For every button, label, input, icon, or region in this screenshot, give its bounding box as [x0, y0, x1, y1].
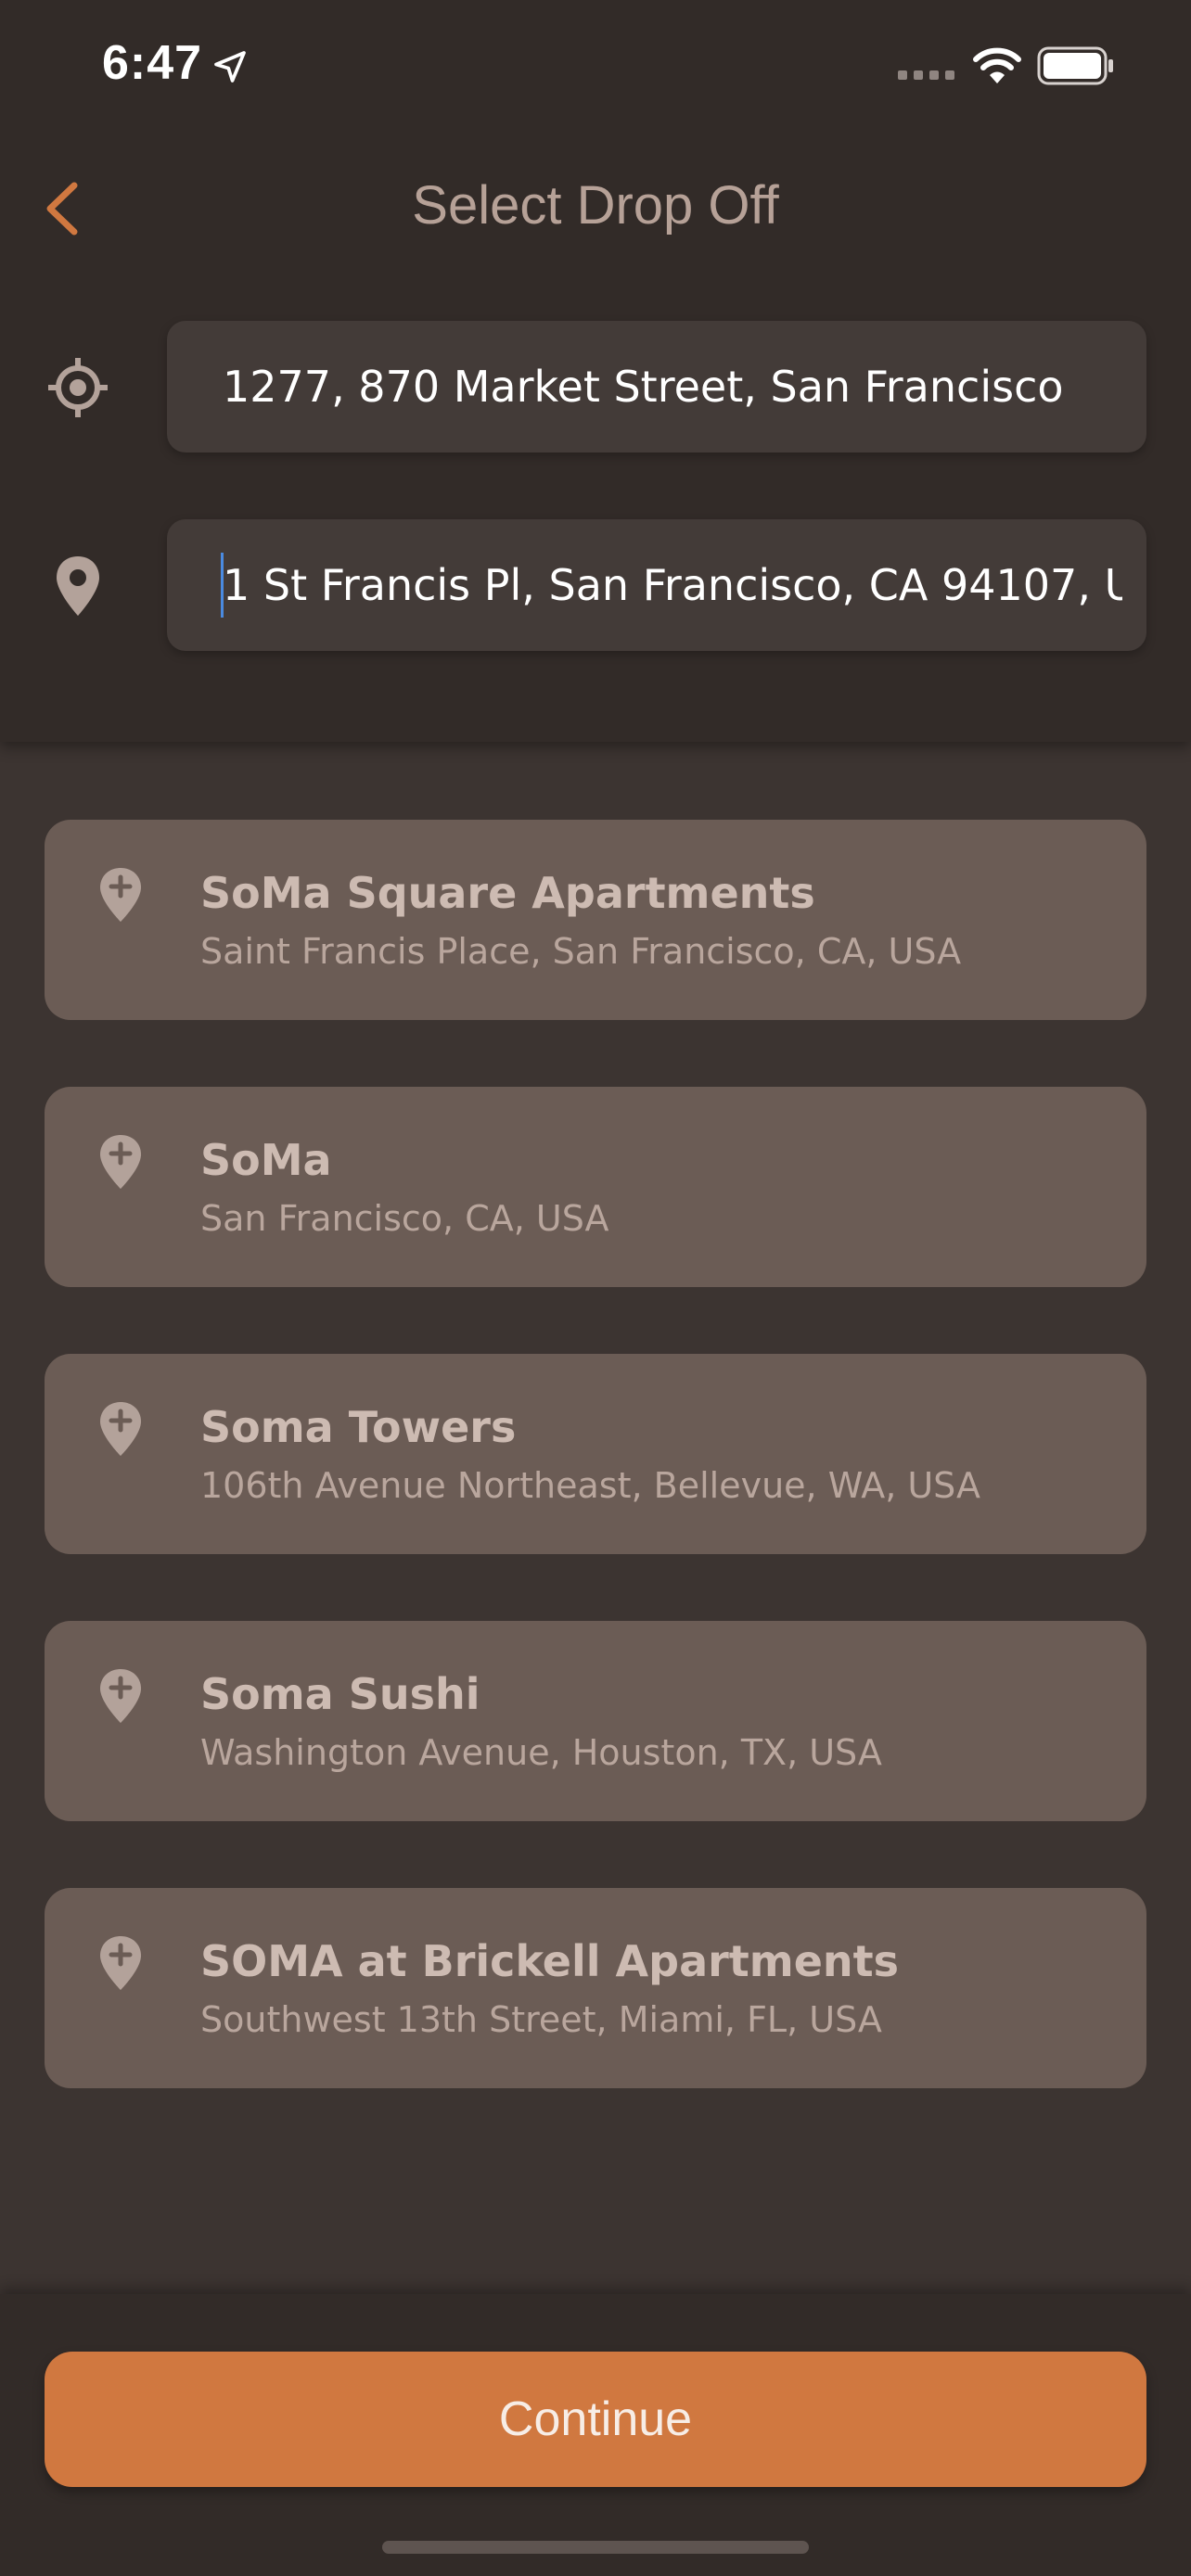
suggestion-name: Soma Sushi — [200, 1669, 480, 1719]
pin-plus-icon — [100, 1402, 141, 1456]
suggestion-name: SOMA at Brickell Apartments — [200, 1936, 900, 1986]
page-title: Select Drop Off — [412, 175, 779, 236]
suggestion-address: 106th Avenue Northeast, Bellevue, WA, US… — [200, 1465, 980, 1506]
suggestion-address: Saint Francis Place, San Francisco, CA, … — [200, 931, 962, 972]
suggestion-address: Southwest 13th Street, Miami, FL, USA — [200, 1999, 882, 2040]
wifi-icon — [973, 47, 1021, 83]
location-arrow-icon — [214, 51, 246, 83]
suggestion-item[interactable]: Soma Sushi Washington Avenue, Houston, T… — [45, 1621, 1146, 1821]
status-bar: 6:47 — [0, 0, 1191, 130]
suggestion-item[interactable]: SoMa Square Apartments Saint Francis Pla… — [45, 820, 1146, 1020]
suggestion-item[interactable]: SoMa San Francisco, CA, USA — [45, 1087, 1146, 1287]
continue-button[interactable]: Continue — [45, 2352, 1146, 2487]
suggestion-item[interactable]: Soma Towers 106th Avenue Northeast, Bell… — [45, 1354, 1146, 1554]
pickup-address-field[interactable] — [167, 321, 1146, 453]
suggestion-name: SoMa Square Apartments — [200, 868, 815, 918]
pin-plus-icon — [100, 1669, 141, 1723]
suggestion-item[interactable]: SOMA at Brickell Apartments Southwest 13… — [45, 1888, 1146, 2088]
pin-plus-icon — [100, 1135, 141, 1189]
dropoff-address-field[interactable] — [167, 519, 1146, 651]
battery-icon — [1037, 46, 1113, 85]
suggestion-address: San Francisco, CA, USA — [200, 1198, 609, 1239]
status-time: 6:47 — [102, 36, 203, 90]
suggestions-list: SoMa Square Apartments Saint Francis Pla… — [45, 820, 1146, 2155]
suggestion-name: SoMa — [200, 1135, 332, 1185]
suggestion-name: Soma Towers — [200, 1402, 517, 1452]
pickup-address-input[interactable] — [223, 362, 1122, 412]
crosshair-icon — [48, 358, 108, 417]
map-pin-icon — [57, 556, 99, 616]
text-cursor — [221, 553, 224, 618]
cellular-signal-icon — [898, 70, 954, 80]
dropoff-address-input[interactable] — [223, 560, 1122, 610]
pin-plus-icon — [100, 868, 141, 922]
suggestion-address: Washington Avenue, Houston, TX, USA — [200, 1732, 882, 1773]
pin-plus-icon — [100, 1936, 141, 1990]
home-indicator — [382, 2541, 809, 2554]
